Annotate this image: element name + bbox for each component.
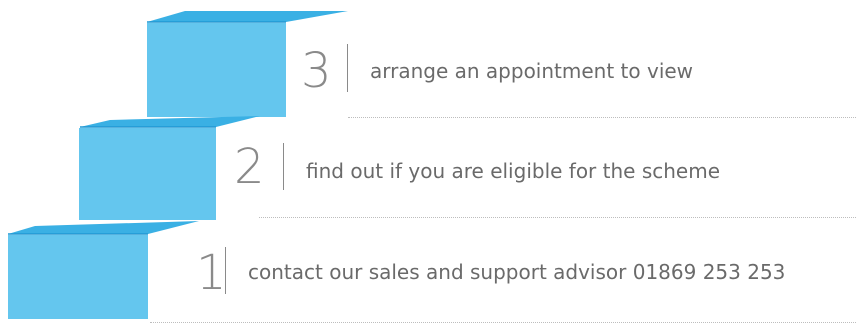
step-3-rule [348, 117, 856, 118]
step-3-text: arrange an appointment to view [370, 59, 694, 83]
step-1-rule [150, 322, 856, 323]
stair-block-1 [8, 235, 148, 319]
stair-block-2-top [80, 116, 260, 127]
stair-block-3-top [147, 11, 348, 22]
stair-block-1-top [8, 221, 199, 234]
step-3-number: 3 [301, 43, 332, 99]
stair-block-2 [79, 128, 216, 220]
stair-block-3 [147, 23, 286, 117]
step-3-divider [347, 44, 348, 92]
step-2-divider [283, 143, 284, 190]
step-1-text: contact our sales and support advisor 01… [248, 260, 786, 284]
step-1-divider [225, 247, 226, 294]
step-2-rule [259, 217, 856, 218]
step-2-text: find out if you are eligible for the sch… [306, 159, 721, 183]
step-2-number: 2 [234, 139, 265, 195]
staircase-diagram: 3 arrange an appointment to view 2 find … [0, 0, 857, 327]
step-1-number: 1 [196, 245, 227, 301]
